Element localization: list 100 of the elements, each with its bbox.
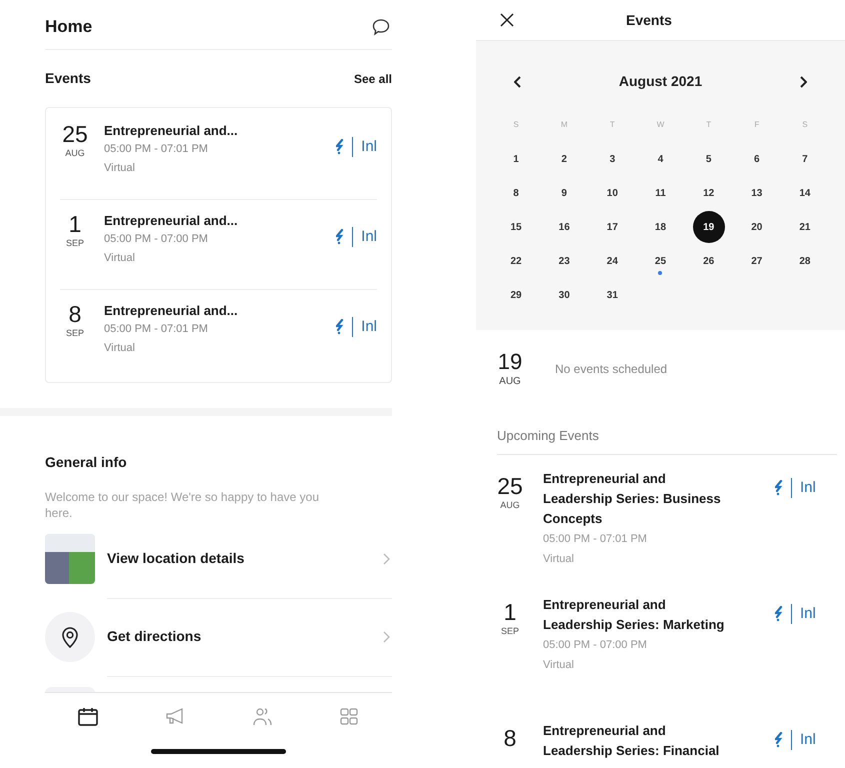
- screen-title: Events: [626, 10, 672, 30]
- event-month: AUG: [500, 499, 520, 512]
- info-row[interactable]: View location details: [45, 519, 392, 599]
- close-icon[interactable]: [500, 13, 514, 27]
- bolt-icon: [775, 480, 783, 496]
- calendar-day[interactable]: 30: [548, 279, 580, 311]
- event-row[interactable]: 8 Entrepreneurial and Leadership Series: Financial Inl: [476, 707, 845, 768]
- event-row[interactable]: 25 AUG Entrepreneurial and... 05:00 PM - 07:01 PM Virtual Inl: [60, 110, 377, 200]
- event-title: Entrepreneurial and Leadership Series: Business Concepts: [543, 470, 722, 528]
- calendar-day[interactable]: 26: [692, 245, 725, 277]
- chevron-right-icon: [382, 552, 390, 564]
- chat-bubble-icon[interactable]: [371, 16, 391, 36]
- weekday-label: W: [656, 119, 664, 131]
- event-day: 1: [68, 212, 82, 236]
- weekday-label: S: [513, 119, 519, 131]
- sponsor-logo-text: Inl: [361, 227, 377, 247]
- bolt-icon: [336, 319, 344, 336]
- bolt-icon: [775, 732, 783, 748]
- calendar-day[interactable]: 18: [644, 211, 676, 243]
- event-time: 05:00 PM - 07:01 PM: [543, 532, 648, 547]
- event-row[interactable]: 1 SEP Entrepreneurial and... 05:00 PM - 07:00 PM Virtual Inl: [60, 200, 377, 290]
- bolt-icon: [336, 229, 344, 246]
- event-month: SEP: [500, 625, 519, 638]
- weekday-label: F: [754, 119, 760, 131]
- calendar-day[interactable]: 27: [740, 245, 773, 277]
- event-location: Virtual: [104, 251, 136, 266]
- event-location: Virtual: [104, 161, 136, 176]
- month-label: August 2021: [618, 72, 702, 91]
- event-row[interactable]: 8 SEP Entrepreneurial and... 05:00 PM - 07:01 PM Virtual Inl: [60, 290, 377, 380]
- info-row[interactable]: Get directions: [45, 597, 392, 677]
- map-pin-icon: [61, 626, 79, 648]
- calendar-day[interactable]: 14: [788, 177, 821, 209]
- see-all-link[interactable]: See all: [354, 70, 392, 88]
- info-row-label: View location details: [107, 549, 244, 568]
- section-heading: Events: [45, 69, 91, 88]
- calendar-icon[interactable]: [77, 706, 100, 728]
- date-day: 19: [498, 350, 522, 374]
- calendar-day[interactable]: 13: [740, 177, 773, 209]
- calendar-day[interactable]: 9: [548, 177, 580, 209]
- calendar-day[interactable]: 28: [788, 245, 821, 277]
- event-month: AUG: [65, 147, 85, 160]
- calendar-day[interactable]: 29: [500, 279, 532, 311]
- event-time: 05:00 PM - 07:01 PM: [104, 142, 209, 157]
- sponsor-logo-text: Inl: [361, 137, 377, 157]
- event-title: Entrepreneurial and...: [104, 212, 239, 230]
- calendar-day[interactable]: 1: [500, 143, 532, 175]
- calendar-day[interactable]: 20: [740, 211, 773, 243]
- calendar-day[interactable]: 19: [692, 211, 725, 243]
- screen-title: Home: [45, 16, 92, 38]
- event-day: 25: [62, 122, 88, 146]
- calendar-day[interactable]: 11: [644, 177, 676, 209]
- location-thumbnail: [45, 534, 95, 584]
- calendar-day[interactable]: 4: [644, 143, 676, 175]
- event-location: Virtual: [104, 341, 136, 356]
- event-title: Entrepreneurial and...: [104, 302, 239, 320]
- calendar-day[interactable]: 15: [500, 211, 532, 243]
- bolt-icon: [775, 606, 783, 622]
- calendar-day[interactable]: 24: [596, 245, 628, 277]
- weekday-label: M: [560, 119, 568, 131]
- calendar-day[interactable]: 10: [596, 177, 628, 209]
- chevron-left-icon[interactable]: [514, 76, 522, 88]
- date-month: AUG: [499, 375, 521, 389]
- event-row[interactable]: 1 SEP Entrepreneurial and Leadership Series: Marketing 05:00 PM - 07:00 PM Virtual Inl: [476, 581, 845, 707]
- directions-button[interactable]: [45, 612, 95, 662]
- calendar-day[interactable]: 23: [548, 245, 580, 277]
- event-day: 1: [504, 601, 516, 623]
- event-day: 8: [504, 727, 516, 749]
- calendar-day[interactable]: 5: [692, 143, 725, 175]
- calendar-day[interactable]: 2: [548, 143, 580, 175]
- calendar-day[interactable]: 31: [596, 279, 628, 311]
- bolt-icon: [336, 139, 344, 156]
- event-location: Virtual: [543, 552, 575, 567]
- calendar-day[interactable]: 6: [740, 143, 773, 175]
- calendar-day[interactable]: 8: [500, 177, 532, 209]
- people-icon[interactable]: [250, 706, 273, 728]
- event-month: SEP: [66, 327, 84, 340]
- event-time: 05:00 PM - 07:00 PM: [543, 638, 648, 653]
- event-title: Entrepreneurial and Leadership Series: Marketing: [543, 596, 726, 634]
- event-month: SEP: [66, 237, 84, 250]
- section-heading: General info: [45, 453, 128, 472]
- weekday-label: S: [802, 119, 808, 131]
- calendar-day[interactable]: 7: [788, 143, 821, 175]
- calendar-day[interactable]: 25: [644, 245, 676, 277]
- sponsor-logo-text: Inl: [800, 478, 816, 498]
- sponsor-logo-text: Inl: [800, 730, 816, 750]
- chevron-right-icon[interactable]: [799, 76, 807, 88]
- calendar-day[interactable]: 17: [596, 211, 628, 243]
- calendar-day[interactable]: 12: [692, 177, 725, 209]
- calendar-day[interactable]: 21: [788, 211, 821, 243]
- event-location: Virtual: [543, 658, 575, 673]
- event-title: Entrepreneurial and...: [104, 122, 239, 140]
- event-day: 25: [497, 475, 523, 497]
- sponsor-logo-text: Inl: [800, 604, 816, 624]
- calendar-day[interactable]: 22: [500, 245, 532, 277]
- chevron-right-icon: [382, 630, 390, 642]
- calendar-day[interactable]: 3: [596, 143, 628, 175]
- info-row-label: Get directions: [107, 627, 202, 646]
- weekday-label: T: [706, 119, 712, 131]
- empty-state-text: No events scheduled: [555, 361, 668, 378]
- calendar-day[interactable]: 16: [548, 211, 580, 243]
